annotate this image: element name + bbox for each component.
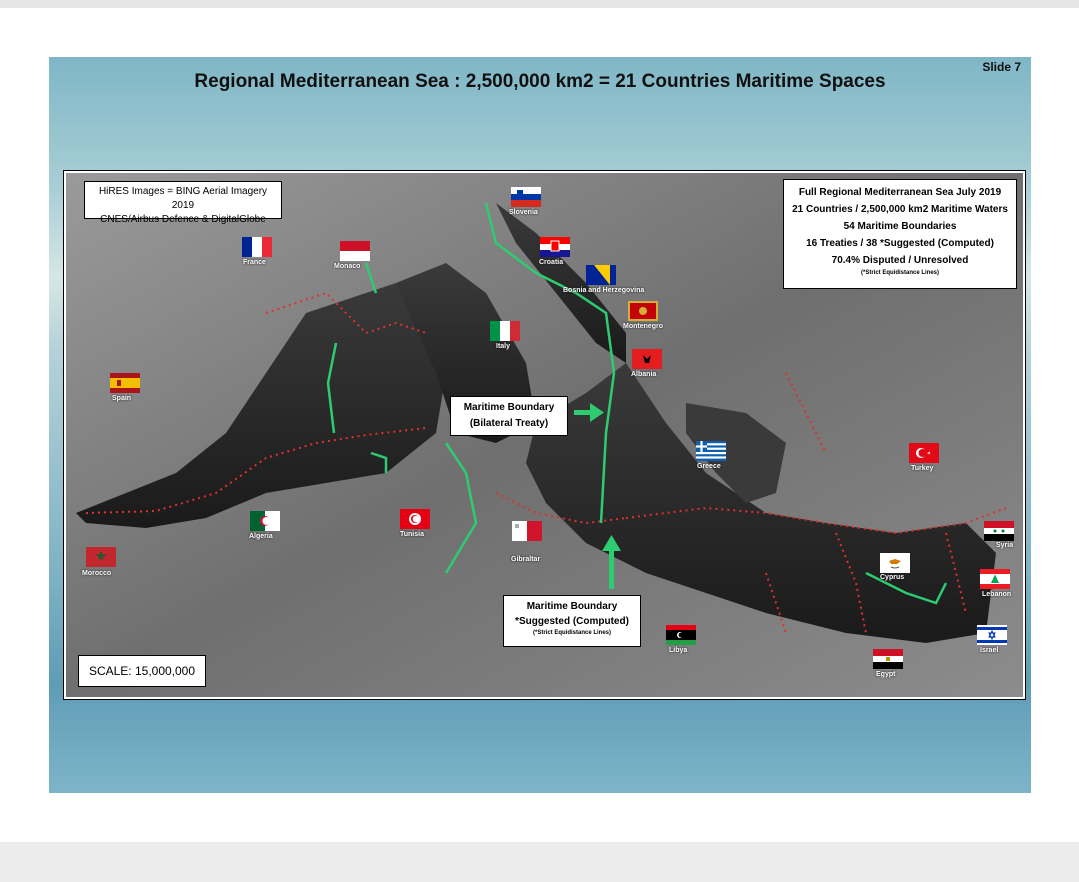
callout-suggested: Maritime Boundary *Suggested (Computed) … xyxy=(503,595,641,647)
label-israel: Israel xyxy=(980,647,999,654)
algeria-flag xyxy=(250,511,280,531)
callout-treaty-line2: (Bilateral Treaty) xyxy=(469,418,549,429)
bosnia-flag xyxy=(586,265,616,285)
slide-number: Slide 7 xyxy=(982,60,1021,74)
cyprus-flag xyxy=(880,553,910,573)
label-spain: Spain xyxy=(112,395,132,402)
scale-box: SCALE: 15,000,000 xyxy=(78,655,206,687)
callout-treaty-line1: Maritime Boundary xyxy=(463,402,555,413)
label-algeria: Algeria xyxy=(249,533,273,540)
greece-flag xyxy=(696,441,726,461)
label-syria: Syria xyxy=(996,542,1014,549)
label-libya: Libya xyxy=(669,647,688,654)
imagery-source-line1: HiRES Images = BING Aerial Imagery 2019 xyxy=(98,186,268,211)
label-turkey: Turkey xyxy=(911,465,934,472)
slide: Regional Mediterranean Sea : 2,500,000 k… xyxy=(49,57,1031,793)
label-france: France xyxy=(243,259,266,266)
label-bosnia: Bosnia and Herzegovina xyxy=(563,287,645,294)
summary-note: (*Strict Equidistance Lines) xyxy=(860,270,939,276)
top-strip xyxy=(0,0,1079,8)
croatia-flag xyxy=(540,237,570,257)
label-italy: Italy xyxy=(496,343,511,350)
libya-flag xyxy=(666,625,696,645)
gibraltar-flag xyxy=(512,521,542,541)
lebanon-flag xyxy=(980,569,1010,589)
label-egypt: Egypt xyxy=(876,671,896,678)
label-lebanon: Lebanon xyxy=(982,591,1012,598)
syria-flag xyxy=(984,521,1014,541)
callout-suggested-note: (*Strict Equidistance Lines) xyxy=(532,630,611,636)
callout-suggested-line1: Maritime Boundary xyxy=(526,601,618,612)
summary-line3: 54 Maritime Boundaries xyxy=(843,221,957,232)
israel-flag xyxy=(977,625,1007,645)
label-greece: Greece xyxy=(697,463,721,470)
summary-line2: 21 Countries / 2,500,000 km2 Maritime Wa… xyxy=(792,204,1008,215)
label-gibraltar: Gibraltar xyxy=(511,556,541,563)
callout-treaty: Maritime Boundary (Bilateral Treaty) xyxy=(450,396,568,436)
label-montenegro: Montenegro xyxy=(623,323,664,330)
slide-title: Regional Mediterranean Sea : 2,500,000 k… xyxy=(194,71,886,92)
label-monaco: Monaco xyxy=(334,263,361,270)
label-tunisia: Tunisia xyxy=(400,531,424,538)
label-slovenia: Slovenia xyxy=(509,209,538,216)
tunisia-flag xyxy=(400,509,430,529)
summary-box: Full Regional Mediterranean Sea July 201… xyxy=(783,179,1017,289)
france-flag xyxy=(242,237,272,257)
monaco-flag xyxy=(340,241,370,261)
montenegro-flag xyxy=(628,301,658,321)
label-croatia: Croatia xyxy=(539,259,564,266)
bottom-strip xyxy=(0,842,1079,882)
egypt-flag xyxy=(873,649,903,669)
italy-flag xyxy=(490,321,520,341)
label-morocco: Morocco xyxy=(82,570,112,577)
turkey-flag xyxy=(909,443,939,463)
summary-line5: 70.4% Disputed / Unresolved xyxy=(831,255,969,266)
morocco-flag xyxy=(86,547,116,567)
summary-line4: 16 Treaties / 38 *Suggested (Computed) xyxy=(806,238,994,249)
callout-suggested-line2: *Suggested (Computed) xyxy=(515,616,629,627)
slovenia-flag xyxy=(511,187,541,207)
imagery-source-line2: CNES/Airbus Defence & DigitalGlobe xyxy=(100,214,266,225)
spain-flag xyxy=(110,373,140,393)
label-albania: Albania xyxy=(631,371,657,378)
imagery-source-box: HiRES Images = BING Aerial Imagery 2019 … xyxy=(84,181,282,225)
albania-flag xyxy=(632,349,662,369)
label-cyprus: Cyprus xyxy=(880,574,905,581)
map: HiRES Images = BING Aerial Imagery 2019 … xyxy=(63,170,1026,700)
summary-line1: Full Regional Mediterranean Sea July 201… xyxy=(798,187,1002,198)
